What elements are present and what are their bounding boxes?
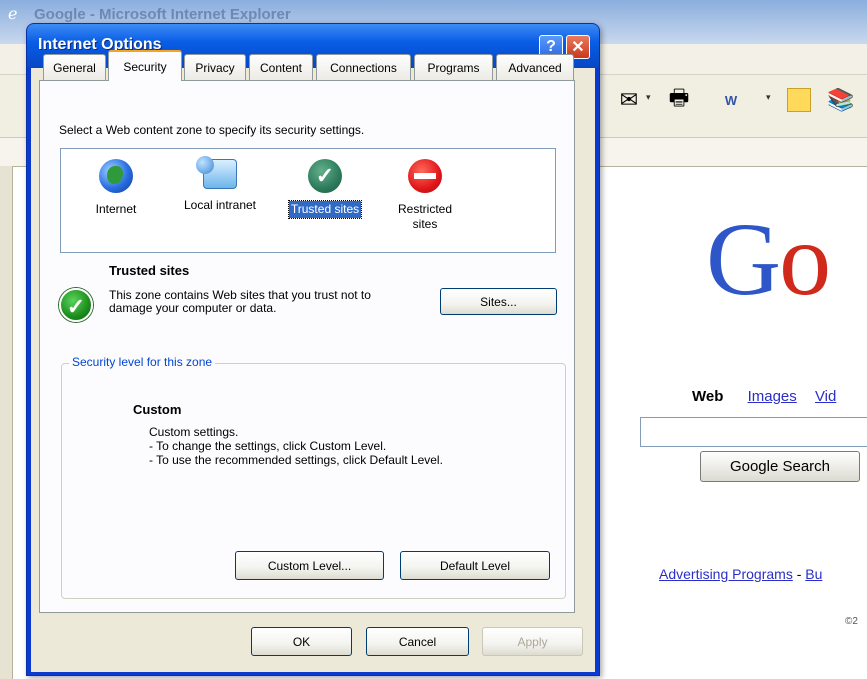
sites-button[interactable]: Sites...	[440, 288, 557, 315]
zone-label-internet: Internet	[95, 202, 137, 216]
default-level-button[interactable]: Default Level	[400, 551, 550, 580]
security-level-group-label: Security level for this zone	[69, 355, 216, 369]
tab-advanced[interactable]: Advanced	[496, 54, 574, 80]
zone-label-restricted-sites: Restricted sites	[397, 202, 453, 231]
zone-restricted-sites[interactable]: Restricted sites	[386, 159, 464, 233]
zone-local-intranet[interactable]: Local intranet	[170, 156, 270, 214]
google-footer-links: Advertising Programs - Bu	[659, 566, 822, 582]
tab-general[interactable]: General	[43, 54, 106, 80]
cancel-button[interactable]: Cancel	[366, 627, 469, 656]
footer-separator: -	[792, 566, 806, 582]
tab-security[interactable]: Security	[108, 50, 182, 81]
google-nav: Web Images Vid	[692, 388, 850, 405]
notes-icon[interactable]	[784, 85, 814, 115]
google-copyright: ©2	[845, 616, 858, 627]
tab-content[interactable]: Content	[249, 54, 313, 80]
level-line: - To use the recommended settings, click…	[149, 453, 443, 467]
zone-title: Trusted sites	[109, 263, 190, 278]
level-line: Custom settings.	[149, 425, 239, 439]
custom-level-button[interactable]: Custom Level...	[235, 551, 384, 580]
zone-instruction: Select a Web content zone to specify its…	[59, 123, 365, 137]
google-logo: Go	[706, 202, 831, 317]
ie-logo-icon: ℯ	[8, 6, 18, 23]
tab-privacy[interactable]: Privacy	[184, 54, 246, 80]
zone-description: This zone contains Web sites that you tr…	[109, 288, 371, 315]
word-edit-icon[interactable]: W	[716, 85, 746, 115]
restricted-icon	[408, 159, 442, 193]
google-search-button[interactable]: Google Search	[700, 451, 860, 482]
nav-video-link[interactable]: Vid	[815, 388, 836, 405]
security-level-title: Custom	[133, 402, 182, 417]
zone-trusted-sites[interactable]: ✓ Trusted sites	[278, 159, 372, 219]
nav-images-link[interactable]: Images	[748, 388, 797, 405]
business-link[interactable]: Bu	[805, 566, 822, 582]
level-line: - To change the settings, click Custom L…	[149, 439, 387, 453]
zone-label-local-intranet: Local intranet	[183, 198, 257, 212]
browser-left-frame	[0, 166, 13, 679]
zone-internet[interactable]: Internet	[84, 159, 148, 218]
trusted-check-icon: ✓	[308, 159, 342, 193]
nav-web: Web	[692, 388, 724, 405]
apply-button[interactable]: Apply	[482, 627, 583, 656]
mail-dropdown-icon[interactable]: ▾	[646, 92, 651, 103]
globe-icon	[99, 159, 133, 193]
research-icon[interactable]: 📚	[826, 85, 856, 115]
security-level-description: Custom settings. - To change the setting…	[149, 425, 443, 467]
tab-connections[interactable]: Connections	[316, 54, 411, 80]
browser-title: Google - Microsoft Internet Explorer	[34, 6, 291, 23]
edit-dropdown-icon[interactable]: ▾	[766, 92, 771, 103]
print-icon[interactable]: 🖶	[664, 85, 694, 115]
advertising-link[interactable]: Advertising Programs	[659, 566, 793, 582]
mail-icon[interactable]: ✉	[614, 85, 644, 115]
ok-button[interactable]: OK	[251, 627, 352, 656]
intranet-icon	[196, 156, 237, 189]
trusted-zone-check-icon: ✓	[59, 288, 93, 322]
tab-programs[interactable]: Programs	[414, 54, 493, 80]
zone-label-trusted-sites: Trusted sites	[287, 200, 363, 219]
google-search-input[interactable]	[640, 417, 867, 447]
